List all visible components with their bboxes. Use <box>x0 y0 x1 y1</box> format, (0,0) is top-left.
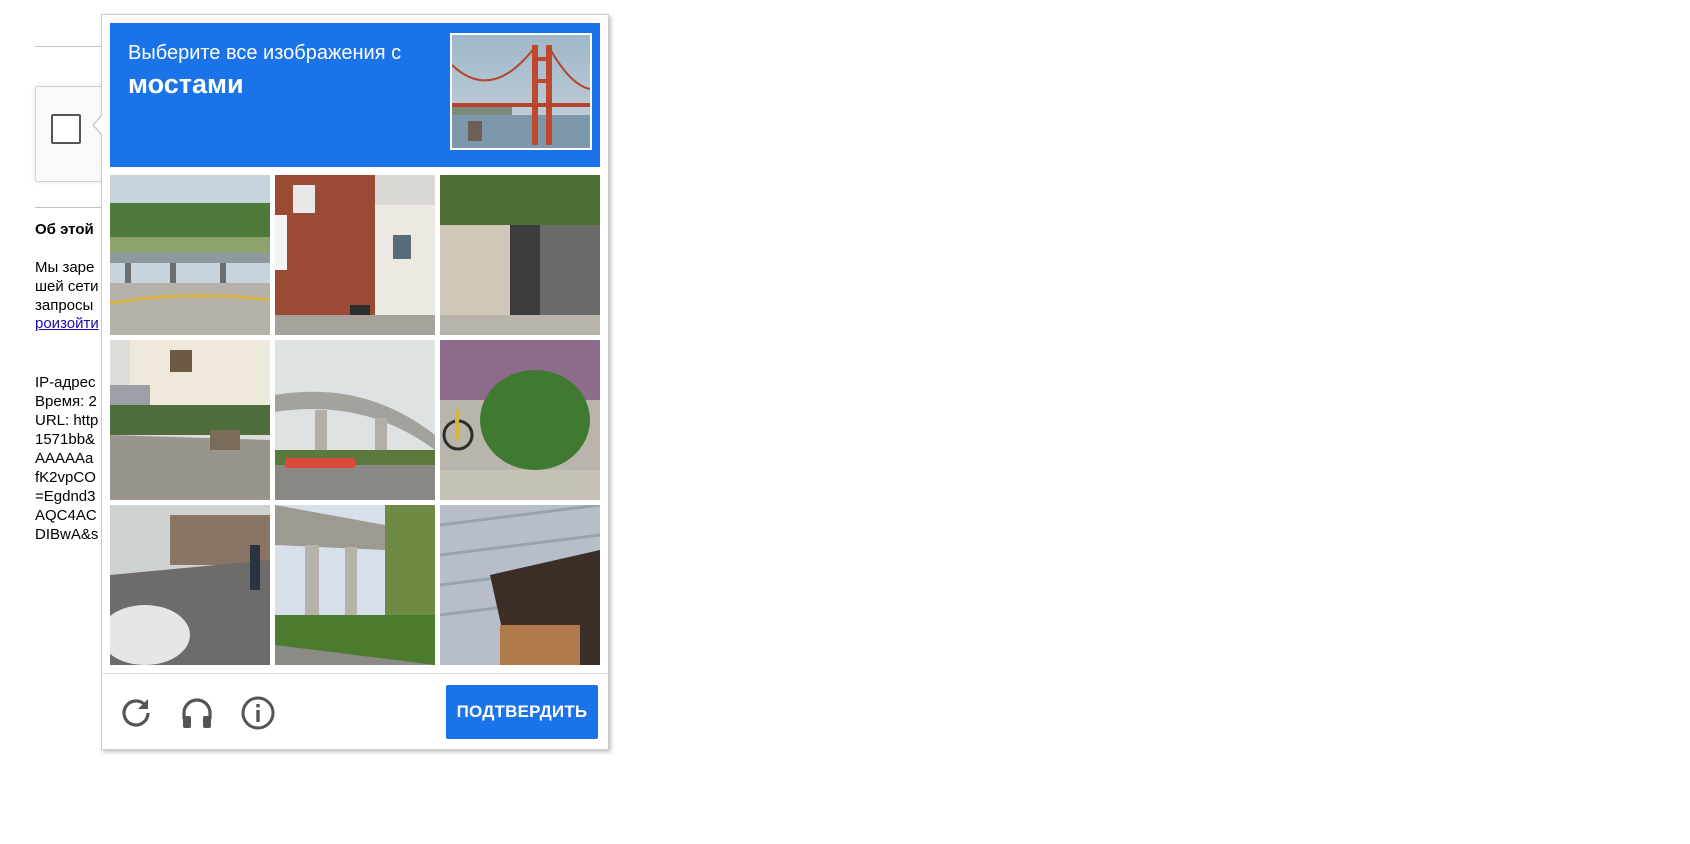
curved-overpass-photo <box>275 340 435 500</box>
image-tile[interactable] <box>275 175 435 335</box>
about-text: Мы заре шей сети запросы <box>35 258 99 315</box>
challenge-target-object: мостами <box>128 69 244 99</box>
about-title: Об этой <box>35 221 94 238</box>
house-garden-photo <box>110 340 270 500</box>
info-line: IP-адрес <box>35 374 96 391</box>
image-tile[interactable] <box>275 340 435 500</box>
challenge-header: Выберите все изображения с мостами <box>110 23 600 167</box>
about-text-line: шей сети <box>35 278 99 295</box>
footer-divider <box>102 673 608 674</box>
image-tile[interactable] <box>275 505 435 665</box>
info-line: DIBwA&s <box>35 526 99 543</box>
image-grid <box>110 175 600 665</box>
sample-image <box>450 33 592 150</box>
headphones-icon[interactable] <box>179 695 215 731</box>
challenge-pointer-inner <box>94 115 103 135</box>
bush-bicycle-photo <box>440 340 600 500</box>
info-line: URL: http <box>35 412 99 429</box>
info-icon[interactable] <box>240 695 276 731</box>
about-text-line: Мы заре <box>35 259 95 276</box>
image-tile[interactable] <box>440 340 600 500</box>
info-block: IP-адрес Время: 2 URL: http 1571bb& AAAA… <box>35 373 98 544</box>
image-tile[interactable] <box>440 505 600 665</box>
info-line: =Egdnd3 <box>35 488 96 505</box>
bridge-underside-photo <box>275 505 435 665</box>
image-tile[interactable] <box>110 340 270 500</box>
info-line: AQC4AC <box>35 507 97 524</box>
golden-gate-bridge-image <box>452 35 590 148</box>
info-line: fK2vpCO <box>35 469 96 486</box>
street-wall-photo <box>110 505 270 665</box>
recaptcha-checkbox[interactable] <box>51 114 81 144</box>
image-tile[interactable] <box>440 175 600 335</box>
river-bridge-photo <box>110 175 270 335</box>
reload-icon[interactable] <box>118 695 154 731</box>
info-line: 1571bb& <box>35 431 96 448</box>
verify-button[interactable]: ПОДТВЕРДИТЬ <box>446 685 598 739</box>
about-text-line: запросы <box>35 297 94 314</box>
image-tile[interactable] <box>110 175 270 335</box>
metal-shed-photo <box>440 505 600 665</box>
info-line: AAAAAa <box>35 450 94 467</box>
challenge-instruction: Выберите все изображения с <box>128 42 402 64</box>
info-line: Время: 2 <box>35 393 97 410</box>
hedge-gate-photo <box>440 175 600 335</box>
captcha-challenge: Выберите все изображения с мостами ПОДТВ… <box>101 14 609 750</box>
image-tile[interactable] <box>110 505 270 665</box>
brick-building-photo <box>275 175 435 335</box>
about-link[interactable]: роизойти <box>35 315 99 332</box>
